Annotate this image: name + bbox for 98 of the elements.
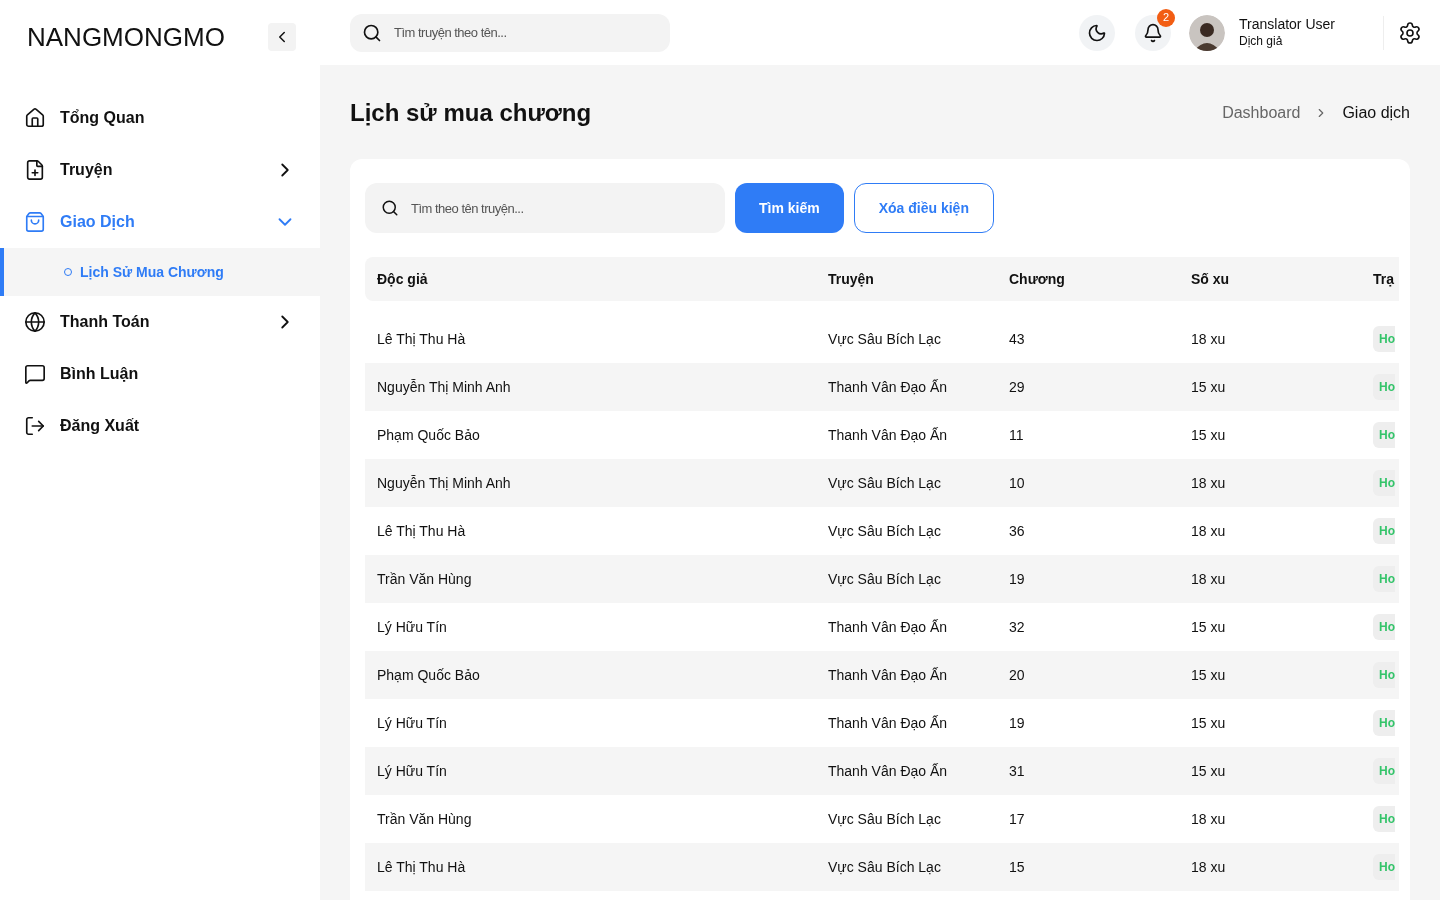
sidebar-item[interactable]: Tổng Quan [0,92,320,144]
notification-button[interactable] [1135,14,1171,51]
status-badge: Ho [1373,758,1395,784]
status-badge: Ho [1373,662,1395,688]
bell-icon [1143,22,1163,43]
table-cell-text: Nguyễn Thị Minh Anh [377,377,512,397]
sidebar-item[interactable]: Bình Luận [0,348,320,400]
table-cell-text: 15 xu [1191,377,1227,397]
table-cell-text: 18 xu [1191,809,1227,829]
status-badge: Ho [1373,470,1395,496]
collapse-button[interactable] [268,23,296,51]
table-cell-text: 36 [1009,521,1026,541]
table-cell-text: 18 xu [1191,329,1227,349]
table-cell-text: 18 xu [1191,473,1227,493]
notification-badge: 2 [1157,8,1175,27]
table-cell-text: Lê Thị Thu Hà [377,857,467,877]
clear-filters-button[interactable]: Xóa điều kiện [853,183,994,233]
sidebar-item[interactable]: Đăng Xuất [0,400,320,452]
column-header: Truyện [828,269,875,289]
table-cell-text: 19 [1009,713,1026,733]
avatar [1189,14,1225,51]
table-cell-text: Lý Hữu Tín [377,713,448,733]
user-role: Dịch giả [1239,33,1284,49]
column-header: Trạ [1373,269,1395,289]
table-cell-text: 15 xu [1191,713,1227,733]
table-cell-text: 32 [1009,617,1026,637]
globe-icon [24,311,46,333]
table-cell-text: Lê Thị Thu Hà [377,521,467,541]
table-cell-text: 43 [1009,329,1026,349]
dark-mode-button[interactable] [1079,14,1115,51]
settings-icon [1398,20,1422,45]
status-badge: Ho [1373,854,1395,880]
table-cell-text: 19 [1009,569,1026,589]
chat-icon [24,363,46,385]
table-cell-text: Nguyễn Thị Minh Anh [377,473,512,493]
user-name: Translator User [1239,16,1336,34]
page-title: Lịch sử mua chương [350,98,592,128]
column-header: Độc giả [377,269,429,289]
table-cell-text: 17 [1009,809,1026,829]
table-cell-text: Thanh Vân Đạo Ấn [828,665,949,685]
table-cell-text: 15 xu [1191,617,1227,637]
table-cell-text: 18 xu [1191,569,1227,589]
status-badge: Ho [1373,614,1395,640]
breadcrumb-item[interactable]: Dashboard [1222,101,1301,125]
table-cell-text: Lý Hữu Tín [377,761,448,781]
table-cell-text: Thanh Vân Đạo Ấn [828,617,949,637]
sidebar-item[interactable]: Giao Dịch [0,196,320,248]
table-cell-text: 15 xu [1191,665,1227,685]
table-cell-text: Vực Sâu Bích Lạc [828,857,942,877]
table-cell-text: Thanh Vân Đạo Ấn [828,761,949,781]
search-icon [362,22,382,43]
status-badge: Ho [1373,806,1395,832]
search-field[interactable]: Tìm truyện theo tên... [350,13,670,52]
table-cell-text: 29 [1009,377,1026,397]
sidebar-subitem[interactable]: Lịch Sử Mua Chương [0,248,320,296]
sidebar-item[interactable]: Thanh Toán [0,296,320,348]
column-header: Chương [1009,269,1066,289]
table-cell-text: 31 [1009,761,1026,781]
table-cell-text: 11 [1009,425,1025,445]
table-cell-text: Thanh Vân Đạo Ấn [828,377,949,397]
table-cell-text: 20 [1009,665,1026,685]
search-button[interactable]: Tìm kiếm [735,183,844,233]
table-cell-text: 18 xu [1191,521,1227,541]
table-cell-text: Lý Hữu Tín [377,617,448,637]
table-cell-text: Vực Sâu Bích Lạc [828,521,942,541]
status-badge: Ho [1373,326,1395,352]
table-cell-text: Thanh Vân Đạo Ấn [828,425,949,445]
table-cell-text: Lê Thị Thu Hà [377,329,467,349]
table-cell-text: 15 [1009,857,1026,877]
table-cell-text: 18 xu [1191,857,1227,877]
table-cell-text: Vực Sâu Bích Lạc [828,473,942,493]
table-cell-text: Trần Văn Hùng [377,569,473,589]
table-cell-text: Vực Sâu Bích Lạc [828,329,942,349]
table-cell-text: Phạm Quốc Bảo [377,425,481,445]
logout-icon [24,415,46,437]
status-badge: Ho [1373,710,1395,736]
table-cell-text: 15 xu [1191,761,1227,781]
table-cell-text: Trần Văn Hùng [377,809,473,829]
search-icon [381,199,399,217]
shopping-bag-icon [24,211,46,233]
status-badge: Ho [1373,374,1395,400]
status-badge: Ho [1373,422,1395,448]
breadcrumb-item: Giao dịch [1342,103,1410,123]
table-cell-text: 10 [1009,473,1026,493]
table-cell-text: Phạm Quốc Bảo [377,665,481,685]
table-cell-text: Thanh Vân Đạo Ấn [828,713,949,733]
file-plus-icon [24,159,46,181]
status-badge: Ho [1373,566,1395,592]
search-field[interactable]: Tìm theo tên truyện... [365,183,725,233]
logo: NANGMONGMO [27,20,225,54]
sidebar-item[interactable]: Truyện [0,144,320,196]
moon-icon [1087,22,1107,43]
status-badge: Ho [1373,518,1395,544]
table-cell-text: 15 xu [1191,425,1227,445]
table-cell-text: Vực Sâu Bích Lạc [828,809,942,829]
table-cell-text: Vực Sâu Bích Lạc [828,569,942,589]
house-icon [24,107,46,129]
column-header: Số xu [1191,269,1231,289]
